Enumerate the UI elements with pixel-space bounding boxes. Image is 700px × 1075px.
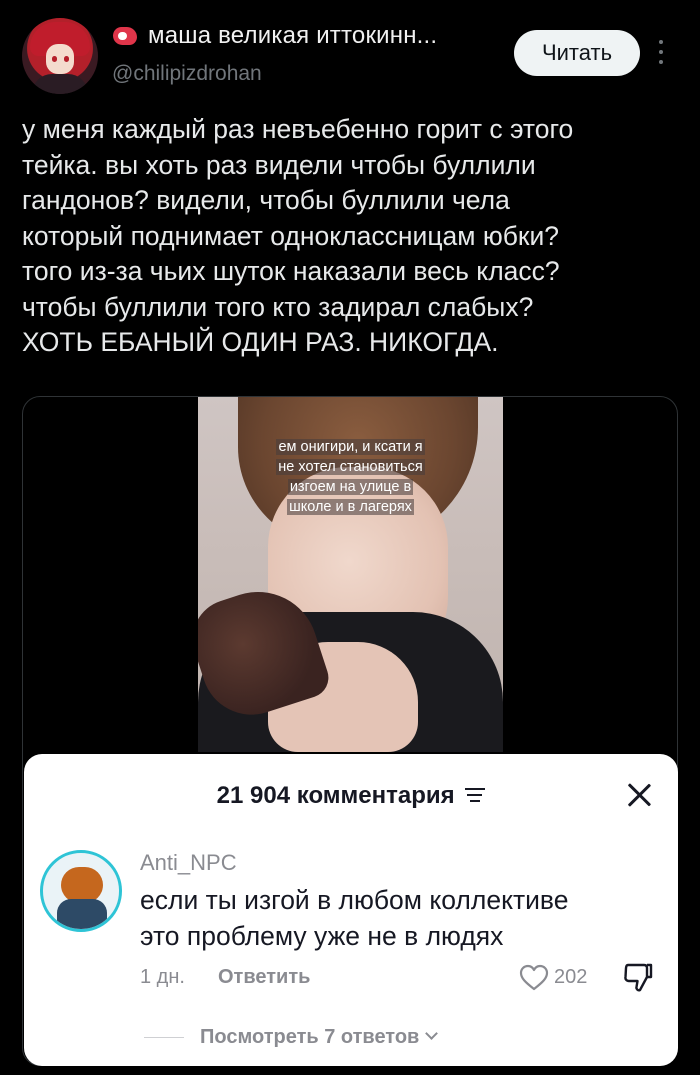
author-display-name[interactable]: маша великая иттокинн... xyxy=(148,22,437,50)
more-options-icon[interactable] xyxy=(656,40,666,68)
author-avatar[interactable] xyxy=(22,18,98,94)
commenter-username[interactable]: Anti_NPC xyxy=(140,850,237,876)
comments-sheet: 21 904 комментария Anti_NPC если ты изго… xyxy=(24,754,678,1066)
caption-line: школе и в лагерях xyxy=(287,499,414,515)
author-handle[interactable]: @chilipizdrohan xyxy=(112,62,262,86)
comments-header: 21 904 комментария xyxy=(24,782,678,810)
author-name-row[interactable]: маша великая иттокинн... xyxy=(112,22,437,50)
tweet-header: маша великая иттокинн... @chilipizdrohan… xyxy=(0,0,700,100)
commenter-avatar[interactable] xyxy=(40,850,122,932)
view-replies-label[interactable]: Посмотреть 7 ответов xyxy=(200,1026,419,1049)
close-icon[interactable] xyxy=(626,782,652,808)
comments-count-title: 21 904 комментария xyxy=(216,782,455,809)
chevron-down-icon xyxy=(425,1027,439,1040)
comment-time: 1 дн. xyxy=(140,966,185,988)
tweet-text: у меня каждый раз невъебенно горит с это… xyxy=(22,114,574,357)
follow-button[interactable]: Читать xyxy=(514,30,640,76)
divider xyxy=(144,1037,184,1038)
comment-text: если ты изгой в любом коллективе это про… xyxy=(140,885,569,951)
caption-line: изгоем на улице в xyxy=(287,479,414,495)
view-replies-button[interactable]: Посмотреть 7 ответов xyxy=(144,1026,439,1049)
caption-line: не хотел становиться xyxy=(276,459,425,475)
like-count: 202 xyxy=(554,966,588,988)
video-caption: ем онигири, и ксати я не хотел становить… xyxy=(198,437,503,517)
reply-button[interactable]: Ответить xyxy=(218,966,310,989)
dislike-icon[interactable] xyxy=(622,962,654,994)
caption-line: ем онигири, и ксати я xyxy=(276,439,425,455)
heart-icon[interactable] xyxy=(519,964,549,992)
video-frame[interactable]: ем онигири, и ксати я не хотел становить… xyxy=(198,397,503,752)
meat-emoji-icon xyxy=(112,24,140,48)
sort-icon[interactable] xyxy=(465,787,486,802)
